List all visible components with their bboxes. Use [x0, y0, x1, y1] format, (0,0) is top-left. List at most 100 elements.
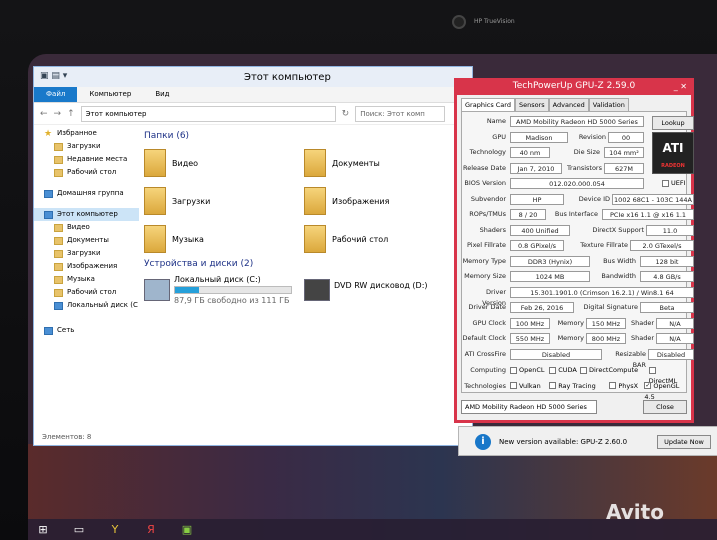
homegroup-icon	[44, 189, 53, 198]
feature-label: Ray Tracing	[558, 381, 596, 390]
sidebar-item[interactable]: Изображения	[34, 260, 139, 273]
uefi-indicator: UEFI	[662, 178, 686, 189]
webcam	[452, 15, 466, 29]
gpuz-taskbar-icon[interactable]: ▣	[176, 520, 198, 539]
feature-label: DirectCompute	[589, 366, 639, 374]
folder-icon	[54, 142, 63, 151]
up-icon[interactable]: ↑	[67, 109, 75, 119]
sidebar-item[interactable]: Загрузки	[34, 140, 139, 153]
devices-header[interactable]: Устройства и диски (2)	[144, 259, 469, 269]
explorer-taskbar-icon[interactable]: ▭	[68, 520, 90, 539]
folder-icon	[54, 155, 63, 164]
folder-item[interactable]: Видео	[144, 147, 304, 179]
explorer-titlebar[interactable]: ▣ ▤ ▾ Этот компьютер	[34, 67, 472, 87]
checkbox-icon	[648, 366, 656, 374]
folder-item[interactable]: Изображения	[304, 185, 464, 217]
sidebar-item[interactable]: ★ Избранное	[34, 127, 139, 140]
tab-advanced[interactable]: Advanced	[548, 98, 589, 111]
sidebar-item[interactable]: Документы	[34, 234, 139, 247]
back-icon[interactable]: ←	[40, 109, 48, 119]
drive-c[interactable]: Локальный диск (C:) 87,9 ГБ свободно из …	[144, 275, 304, 315]
drive-c-free: 87,9 ГБ свободно из 111 ГБ	[174, 296, 290, 305]
sidebar-item[interactable]: Рабочий стол	[34, 286, 139, 299]
sidebar-item-label: Документы	[67, 236, 109, 244]
field-value: 00	[608, 131, 644, 143]
field-value: 8 / 20	[510, 209, 546, 220]
sidebar-item-label: Локальный диск (C	[67, 301, 138, 309]
sidebar-item[interactable]: Домашняя группа	[34, 187, 139, 200]
folder-item[interactable]: Музыка	[144, 223, 304, 255]
field-label: Release Date	[463, 163, 506, 172]
folder-icon	[54, 262, 63, 271]
field-value: 2.0 GTexel/s	[630, 240, 694, 251]
sidebar-item[interactable]: Локальный диск (C	[34, 299, 139, 312]
update-now-button[interactable]: Update Now	[657, 435, 711, 449]
folders-header[interactable]: Папки (6)	[144, 131, 469, 141]
refresh-icon[interactable]: ↻	[342, 109, 350, 119]
sidebar-item[interactable]: Загрузки	[34, 247, 139, 260]
sidebar-item-label: Этот компьютер	[57, 210, 118, 218]
window-controls[interactable]: _ ✕	[674, 82, 687, 91]
feature-checkbox: DirectML	[648, 365, 686, 385]
checkbox-icon	[510, 382, 517, 389]
uefi-checkbox	[662, 179, 669, 187]
search-input[interactable]: Поиск: Этот комп	[355, 105, 446, 122]
sidebar-item-label: Видео	[67, 223, 90, 231]
folder-item[interactable]: Документы	[304, 147, 464, 179]
field-label: Default Clock	[462, 334, 506, 342]
folder-icon	[54, 275, 63, 284]
field-label: Bus Width	[603, 256, 636, 265]
field-label: Shader	[630, 318, 654, 327]
tab-computer[interactable]: Компьютер	[77, 87, 143, 102]
sidebar-item[interactable]: Видео	[34, 221, 139, 234]
checkbox-icon	[510, 366, 517, 374]
field-value: Disabled	[648, 348, 694, 360]
field-label: Memory Size	[464, 272, 506, 280]
checkbox-icon: ✓	[644, 382, 652, 389]
folder-icon	[54, 168, 63, 177]
sidebar-item[interactable]: Музыка	[34, 273, 139, 286]
field-value: Madison	[510, 131, 568, 143]
field-value: 4.8 GB/s	[640, 271, 694, 282]
gpuz-titlebar[interactable]: TechPowerUp GPU-Z 2.59.0 _ ✕	[457, 81, 691, 95]
folder-icon	[54, 236, 63, 245]
sidebar-item[interactable]: Рабочий стол	[34, 166, 139, 179]
tab-sensors[interactable]: Sensors	[514, 98, 549, 111]
folder-icon	[304, 149, 326, 177]
field-label: Revision	[578, 132, 606, 141]
tab-graphics-card[interactable]: Graphics Card	[461, 98, 515, 111]
field-value: Beta	[640, 302, 694, 313]
sidebar-item-label: Недавние места	[67, 155, 128, 163]
navigation-pane: ★ Избранное Загрузки Недавние места Рабочий …	[34, 127, 139, 337]
sidebar-item[interactable]: Этот компьютер	[34, 208, 139, 221]
quick-access-toolbar[interactable]: ▣ ▤ ▾	[40, 71, 67, 81]
sidebar-item[interactable]: Недавние места	[34, 153, 139, 166]
address-bar[interactable]: Этот компьютер	[80, 105, 336, 122]
yandex-icon[interactable]: Я	[140, 520, 162, 539]
gpu-name-value: AMD Mobility Radeon HD 5000 Series	[510, 116, 644, 127]
start-icon[interactable]: ⊞	[32, 520, 54, 539]
yandex-browser-icon[interactable]: Y	[104, 520, 126, 539]
sidebar-item-label: Загрузки	[67, 249, 101, 257]
card-select[interactable]: AMD Mobility Radeon HD 5000 Series	[461, 400, 597, 414]
tab-validation[interactable]: Validation	[588, 98, 629, 111]
tab-file[interactable]: Файл	[34, 87, 78, 102]
field-label: Driver Date	[468, 303, 506, 311]
field-label: Technologies	[464, 381, 506, 390]
drive-d[interactable]: DVD RW дисковод (D:)	[304, 275, 464, 315]
folder-item[interactable]: Загрузки	[144, 185, 304, 217]
tab-view[interactable]: Вид	[143, 87, 181, 102]
forward-icon[interactable]: →	[54, 109, 62, 119]
sidebar-item[interactable]: Сеть	[34, 324, 139, 337]
field-label: ROPs/TMUs	[469, 210, 506, 218]
uefi-label: UEFI	[671, 179, 686, 187]
star-icon: ★	[44, 128, 53, 139]
checkbox-icon	[609, 382, 617, 389]
field-value: Feb 26, 2016	[510, 302, 574, 313]
lookup-button[interactable]: Lookup	[652, 116, 694, 130]
field-value: 627M	[604, 162, 644, 174]
folder-item[interactable]: Рабочий стол	[304, 223, 464, 255]
ribbon-tabs: Файл Компьютер Вид	[34, 87, 472, 103]
close-button[interactable]: Close	[643, 400, 687, 414]
field-label: Pixel Fillrate	[467, 241, 506, 249]
